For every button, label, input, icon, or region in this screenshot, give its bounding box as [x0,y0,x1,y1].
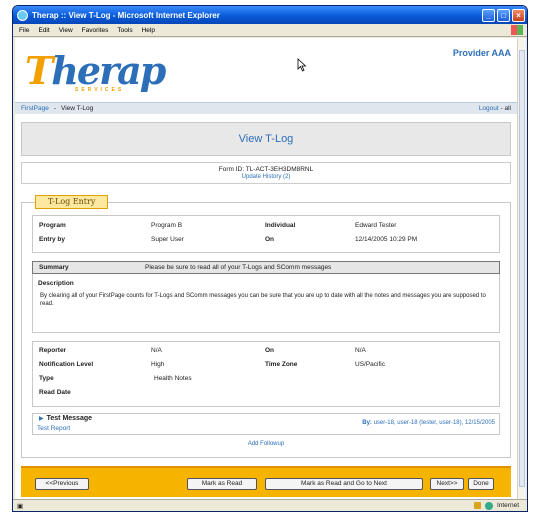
notification-label: Notification Level [39,361,94,368]
page-icon: ▣ [17,502,24,510]
test-message-title: Test Message [46,415,93,422]
on-value: 12/14/2005 10:29 PM [355,236,418,243]
form-id: Form ID: TL-ACT-3EH3DM8RNL [218,166,314,173]
menu-file[interactable]: File [19,27,29,34]
on-label: On [265,236,275,243]
tlog-entry-box: Program Program B Individual Edward Test… [21,202,511,458]
summary-value: Please be sure to read all of your T-Log… [145,264,332,271]
lock-icon [473,502,481,509]
logout-area: Logout - all [479,105,511,112]
expand-triangle-icon[interactable]: ▶ [39,416,44,422]
individual-value: Edward Tester [355,222,397,229]
program-label: Program [39,222,66,229]
reporter-label: Reporter [39,347,67,354]
done-button[interactable]: Done [468,478,494,490]
test-message-panel: ▶ Test Message Test Report By: user-18, u… [32,413,500,435]
add-followup-link[interactable]: Add Followup [22,441,510,447]
test-message-date: 12/15/2005 [464,420,495,426]
mark-as-read-button[interactable]: Mark as Read [187,478,257,490]
site-header: Therap SERVICES Provider AAA [15,38,517,102]
page-content: Therap SERVICES Provider AAA FirstPage -… [15,38,517,499]
mouse-cursor-icon [297,58,307,72]
form-id-box: Form ID: TL-ACT-3EH3DM8RNL Update Histor… [21,162,511,184]
test-message-title-row[interactable]: ▶ Test Message [39,415,92,422]
menu-help[interactable]: Help [142,27,155,34]
breadcrumb-current: View T-Log [61,105,94,112]
type-value: Health Notes [154,375,192,382]
test-message-by: By: user-18, user-18 (tester, user-18), … [362,420,495,426]
notification-value: High [151,361,165,368]
status-bar: ▣ Internet [13,499,527,511]
meta-on-label: On [265,347,275,354]
logout-link[interactable]: Logout [479,105,499,112]
vertical-scrollbar[interactable] [517,38,526,499]
breadcrumb-firstpage[interactable]: FirstPage [21,105,49,112]
description-text: By clearing all of your FirstPage counts… [40,293,486,307]
scrollbar-thumb[interactable] [519,50,525,487]
by-value[interactable]: user-18, user-18 (tester, user-18), [374,420,464,426]
details-panel: Program Program B Individual Edward Test… [32,215,500,253]
entry-by-label: Entry by [39,236,66,243]
menu-tools[interactable]: Tools [117,27,132,34]
timezone-label: Time Zone [265,361,298,368]
description-label: Description [38,280,74,287]
tlog-entry-tab: T-Log Entry [35,195,109,209]
provider-name: Provider AAA [452,48,511,58]
breadcrumb-separator: - [53,105,56,112]
test-report-link[interactable]: Test Report [37,425,70,432]
type-label: Type [39,375,54,382]
zone-label: Internet [496,502,519,509]
entry-by-value: Super User [151,236,184,243]
ie-icon [17,9,28,21]
security-zone: Internet [473,501,519,510]
logout-suffix: - all [500,105,511,112]
update-history-link[interactable]: Update History (2) [22,174,510,180]
breadcrumb: FirstPage - View T-Log Logout - all [15,102,517,114]
windows-logo-icon [511,25,523,35]
minimize-button[interactable]: _ [482,8,495,22]
summary-label: Summary [39,264,69,271]
individual-label: Individual [265,222,296,229]
previous-button[interactable]: <<Previous [35,478,89,490]
program-value: Program B [151,222,183,229]
timezone-value: US/Pacific [355,361,385,368]
read-date-label: Read Date [39,389,71,396]
meta-panel: Reporter N/A On N/A Notification Level H… [32,341,500,407]
globe-icon [484,501,493,510]
next-button[interactable]: Next>> [430,478,464,490]
maximize-button[interactable]: □ [497,8,510,22]
menu-view[interactable]: View [59,27,73,34]
window-title: Therap :: View T-Log - Microsoft Interne… [32,10,220,20]
menu-favorites[interactable]: Favorites [82,27,109,34]
logo-subtitle: SERVICES [75,87,125,93]
menu-bar: File Edit View Favorites Tools Help [13,24,527,37]
meta-on-value: N/A [355,347,366,354]
menu-edit[interactable]: Edit [38,27,49,34]
by-label: By: [362,420,372,426]
page-title: View T-Log [21,122,511,156]
summary-bar: Summary Please be sure to read all of yo… [32,261,500,274]
mark-read-next-button[interactable]: Mark as Read and Go to Next [265,478,423,490]
title-bar: Therap :: View T-Log - Microsoft Interne… [13,6,527,24]
action-footer: <<Previous Mark as Read Mark as Read and… [21,466,511,497]
reporter-value: N/A [151,347,162,354]
browser-window: Therap :: View T-Log - Microsoft Interne… [12,5,528,512]
close-button[interactable]: × [512,8,525,22]
